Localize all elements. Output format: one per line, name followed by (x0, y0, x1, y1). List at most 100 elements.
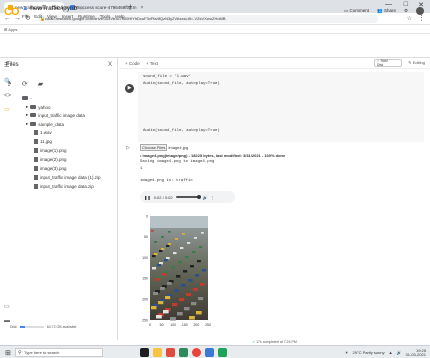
vehicle (197, 260, 201, 263)
app-icon[interactable] (179, 348, 188, 357)
file-item-zip2[interactable]: input_traffic image data.zip (34, 184, 94, 189)
avatar[interactable] (416, 7, 424, 15)
pause-icon[interactable]: ❚❚ (144, 195, 151, 200)
chrome-icon[interactable] (192, 348, 201, 357)
volume-icon[interactable]: 🔊 (203, 195, 208, 200)
vehicle (159, 262, 163, 265)
star-icon[interactable]: ☆ (407, 14, 412, 24)
vehicle (170, 317, 176, 321)
browser-menu-icon[interactable]: ⋮ (418, 14, 425, 24)
menu-bar: File Edit View Insert Runtime Tools Help (22, 14, 125, 19)
vehicle (177, 312, 183, 316)
new-tab-button[interactable]: + (128, 2, 133, 11)
comment-button[interactable]: ▭ Comment (344, 8, 369, 14)
editing-toggle[interactable]: ✎ Editing (408, 59, 425, 67)
file-item-parent[interactable]: .. (22, 95, 33, 100)
task-view-icon[interactable] (140, 348, 149, 357)
mount-drive-icon[interactable]: ▰ (38, 80, 43, 88)
menu-tools[interactable]: Tools (100, 14, 111, 19)
notebook-title[interactable]: ▲ newTraffic.ipynb ☆ (22, 4, 85, 12)
code-cell[interactable]: sound_file = '1.wav' Audio(sound_file, a… (138, 72, 424, 142)
disk-usage-fill (19, 326, 25, 328)
share-button[interactable]: 👥 Share (377, 8, 396, 14)
run-cell-button[interactable]: ▶ (125, 84, 134, 93)
menu-file[interactable]: File (22, 14, 29, 19)
vehicle (161, 248, 165, 251)
menu-view[interactable]: View (47, 14, 57, 19)
vehicle (166, 245, 170, 247)
file-explorer-icon[interactable] (153, 348, 162, 357)
player-menu-icon[interactable]: ⋮ (211, 195, 215, 200)
speaker-icon[interactable]: 🔊 (397, 348, 402, 357)
comment-icon: ▭ (344, 8, 349, 13)
colab-header (0, 34, 430, 58)
file-item-yahoo[interactable]: ▸ yahoo (26, 104, 51, 110)
network-icon[interactable]: ▲ (389, 348, 393, 357)
clock[interactable]: 19:25 31-03-2021 (406, 348, 426, 357)
file-item-image1[interactable]: image(1).png (34, 148, 67, 153)
code-snippets-icon[interactable]: <> (4, 93, 11, 99)
file-chooser: Choose Files image4.jpg (140, 144, 189, 151)
windows-start-icon[interactable]: ⊞ (5, 349, 11, 357)
status-check-icon: ✓ (252, 340, 256, 344)
taskbar-search[interactable]: ⚲ Type here to search (15, 348, 103, 357)
y-tick-label: 50 (144, 235, 148, 239)
vehicle (199, 246, 203, 248)
bookmark-apps[interactable]: Apps (8, 27, 17, 32)
apps-grid-icon[interactable]: ⊞ (4, 27, 7, 32)
star-icon[interactable]: ☆ (79, 5, 85, 12)
weather-icon[interactable]: ☀ (345, 348, 349, 357)
vehicle (151, 230, 154, 232)
app-icon[interactable] (205, 348, 214, 357)
vehicle (158, 301, 164, 305)
file-item-jpg[interactable]: 11.jpg (34, 139, 52, 144)
menu-edit[interactable]: Edit (34, 14, 42, 19)
menu-help[interactable]: Help (115, 14, 124, 19)
file-item-image3[interactable]: image(3).png (34, 166, 67, 171)
y-tick-label: 100 (142, 256, 148, 260)
seek-slider[interactable] (175, 195, 201, 199)
vehicle (201, 232, 204, 234)
vehicle (174, 289, 179, 292)
menu-runtime[interactable]: Runtime (78, 14, 95, 19)
add-text-button[interactable]: + Text (146, 61, 158, 66)
settings-icon[interactable]: ⚙ (404, 8, 408, 14)
output-toggle-icon[interactable]: ▷ (126, 145, 130, 151)
colab-logo[interactable]: CO (4, 6, 19, 18)
y-tick-label: 250 (142, 318, 148, 322)
close-sidebar-icon[interactable]: X (108, 62, 112, 68)
vehicle (171, 266, 176, 269)
terminal-icon[interactable]: ▭ (4, 303, 10, 310)
file-item-image2[interactable]: image(2).png (34, 157, 67, 162)
choose-files-button[interactable]: Choose Files (140, 144, 168, 151)
file-item-zip1[interactable]: input_traffic image data (1).zip (34, 175, 100, 180)
app-icon[interactable] (218, 348, 227, 357)
chosen-file: image4.jpg (168, 145, 189, 150)
vehicle (172, 303, 178, 307)
app-icon[interactable] (166, 348, 175, 357)
vehicle (161, 236, 164, 238)
code-line: sound_file = '1.wav' (143, 75, 192, 79)
vehicle (186, 293, 192, 297)
ram-disk-indicator[interactable]: ✓ RAM Disk (374, 59, 402, 67)
disk-usage-bar (19, 326, 44, 328)
refresh-icon[interactable]: ⟳ (22, 80, 28, 88)
add-code-button[interactable]: + Code (125, 61, 140, 66)
menu-insert[interactable]: Insert (62, 14, 73, 19)
folder-icon[interactable]: ▭ (4, 106, 10, 113)
disk-icon[interactable]: ▬ (4, 318, 10, 324)
saving-line: Saving image4.png to image4.png (140, 160, 215, 164)
file-item-sample-data[interactable]: ▸ sample_data (26, 121, 64, 127)
vehicle (152, 267, 157, 270)
tab-close-icon[interactable]: × (141, 5, 144, 11)
traffic-image (150, 216, 208, 320)
y-tick-label: 200 (142, 298, 148, 302)
seek-thumb[interactable] (196, 195, 201, 199)
weather-text[interactable]: 29°C Partly sunny (353, 348, 385, 357)
file-item-wav[interactable]: 1.wav (34, 130, 52, 135)
file-item-input-traffic[interactable]: ▸ input_traffic image data (26, 112, 85, 118)
image-plot: 0 50 100 150 200 250 0 50 100 150 200 250 (142, 214, 211, 327)
files-title: Files (6, 62, 19, 68)
vehicle (193, 288, 198, 291)
upload-icon[interactable]: ⇪ (6, 80, 12, 88)
